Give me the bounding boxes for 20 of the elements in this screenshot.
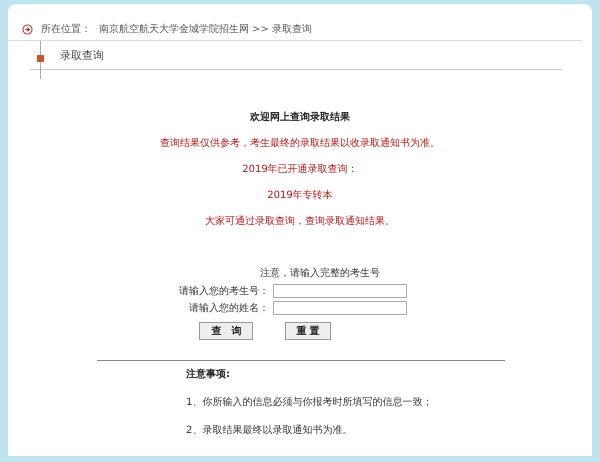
- input-field[interactable]: [273, 301, 407, 315]
- note-text: 1、你所输入的信息必须与你报考时所填写的信息一致；: [186, 396, 434, 409]
- page-heading: 欢迎网上查询录取结果: [250, 110, 350, 124]
- square-icon: [37, 55, 44, 62]
- input-field[interactable]: [273, 284, 407, 298]
- hint-text: 注意，请输入完整的考生号: [259, 266, 380, 280]
- query-button[interactable]: 查 询: [199, 322, 254, 340]
- notice-text: 2019年专转本: [267, 188, 333, 202]
- notice-text: 大家可通过录取查询，查询录取通知结果。: [205, 214, 395, 228]
- notice-text: 2019年已开通录取查询：: [242, 162, 358, 176]
- breadcrumb-path: 南京航空航天大学金城学院招生网 >> 录取查询: [99, 22, 312, 36]
- note-text: 2、录取结果最终以录取通知书为准。: [186, 424, 354, 437]
- field-label: 请输入您的考生号：: [178, 284, 269, 298]
- notes-heading: 注意事项:: [186, 367, 231, 381]
- section-title: 录取查询: [60, 48, 104, 62]
- field-label: 请输入您的姓名：: [188, 302, 269, 315]
- breadcrumb-label: 所在位置：: [41, 22, 91, 36]
- reset-button[interactable]: 重 置: [285, 322, 331, 340]
- notice-text: 查询结果仅供参考，考生最终的录取结果以收录取通知书为准。: [160, 136, 440, 150]
- arrow-circle-icon: [22, 24, 33, 34]
